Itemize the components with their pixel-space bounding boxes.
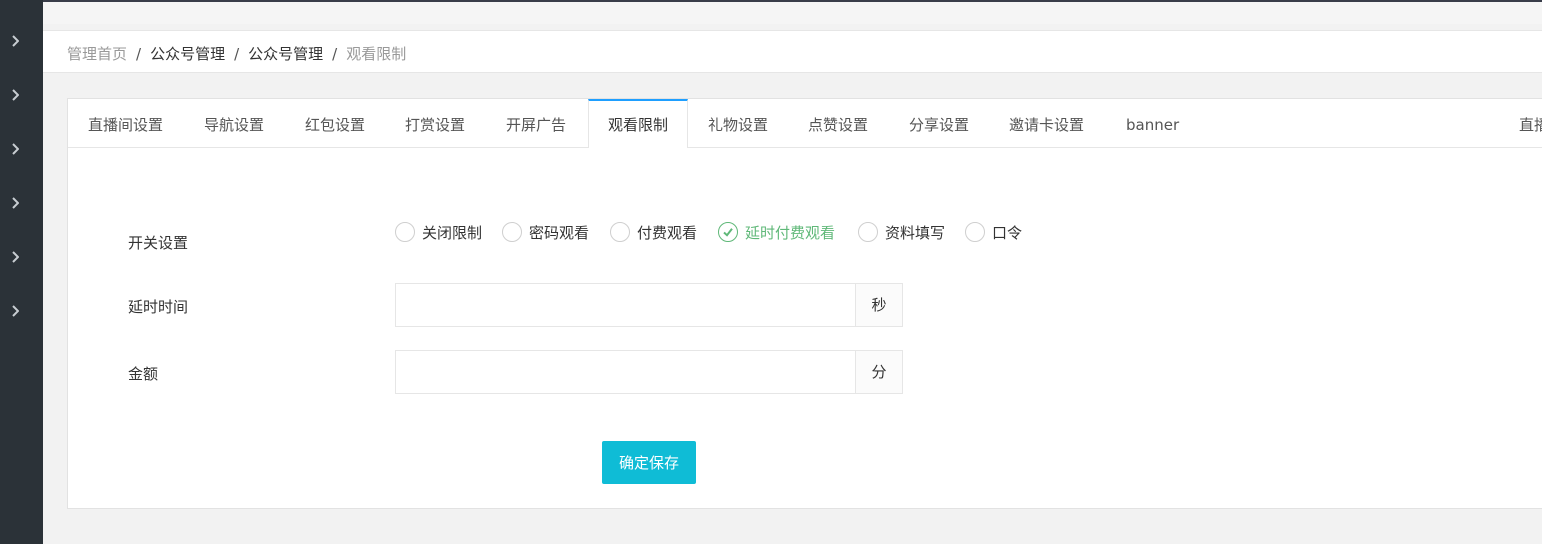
tab-invite-card[interactable]: 邀请卡设置 <box>1009 99 1084 147</box>
radio-circle-icon <box>610 222 630 242</box>
amount-input-group: 分 <box>395 350 903 394</box>
breadcrumb-current: 观看限制 <box>346 45 407 63</box>
breadcrumb-item-account[interactable]: 公众号管理 <box>150 45 225 63</box>
delay-input[interactable] <box>396 284 856 326</box>
sidebar-expand-1[interactable] <box>0 31 30 51</box>
chevron-right-icon <box>12 35 19 47</box>
chevron-right-icon <box>12 251 19 263</box>
radio-checked-icon <box>718 222 738 242</box>
radio-password-view[interactable]: 密码观看 <box>502 219 589 245</box>
switch-label: 开关设置 <box>128 234 189 252</box>
sidebar-expand-2[interactable] <box>0 85 30 105</box>
tab-live-room[interactable]: 直播间设置 <box>88 99 163 147</box>
sidebar <box>0 0 43 544</box>
delay-input-group: 秒 <box>395 283 903 327</box>
tab-share[interactable]: 分享设置 <box>909 99 969 147</box>
breadcrumb-home[interactable]: 管理首页 <box>67 45 127 63</box>
radio-label: 延时付费观看 <box>745 223 836 242</box>
sidebar-expand-4[interactable] <box>0 193 30 213</box>
delay-unit: 秒 <box>855 284 902 326</box>
radio-circle-icon <box>395 222 415 242</box>
sidebar-expand-5[interactable] <box>0 247 30 267</box>
breadcrumb-separator: / <box>234 45 240 63</box>
radio-delayed-paid-view[interactable]: 延时付费观看 <box>718 219 835 245</box>
radio-paid-view[interactable]: 付费观看 <box>610 219 697 245</box>
chevron-right-icon <box>12 89 19 101</box>
radio-label: 口令 <box>992 223 1023 242</box>
delay-label: 延时时间 <box>128 298 189 316</box>
tab-red-packet[interactable]: 红包设置 <box>305 99 365 147</box>
tab-reward[interactable]: 打赏设置 <box>405 99 465 147</box>
tab-view-restriction[interactable]: 观看限制 <box>588 99 688 148</box>
checkmark-icon <box>723 228 733 237</box>
save-button[interactable]: 确定保存 <box>602 441 696 484</box>
tab-live-more[interactable]: 直播 <box>1519 99 1542 147</box>
tab-like[interactable]: 点赞设置 <box>808 99 868 147</box>
breadcrumb-separator: / <box>332 45 338 63</box>
breadcrumb-item-account-sub[interactable]: 公众号管理 <box>248 45 323 63</box>
chevron-right-icon <box>12 305 19 317</box>
radio-info-fill[interactable]: 资料填写 <box>858 219 945 245</box>
breadcrumb-separator: / <box>136 45 142 63</box>
amount-input[interactable] <box>396 351 856 393</box>
breadcrumb: 管理首页 / 公众号管理 / 公众号管理 / 观看限制 <box>67 43 406 64</box>
tab-gift[interactable]: 礼物设置 <box>708 99 768 147</box>
tab-bar: 直播间设置 导航设置 红包设置 打赏设置 开屏广告 观看限制 礼物设置 点赞设置… <box>68 99 1542 148</box>
settings-card: 直播间设置 导航设置 红包设置 打赏设置 开屏广告 观看限制 礼物设置 点赞设置… <box>67 98 1542 509</box>
radio-circle-icon <box>965 222 985 242</box>
radio-label: 密码观看 <box>529 223 590 242</box>
chevron-right-icon <box>12 197 19 209</box>
tab-splash-ad[interactable]: 开屏广告 <box>506 99 566 147</box>
tab-navigation[interactable]: 导航设置 <box>204 99 264 147</box>
amount-unit: 分 <box>855 351 902 393</box>
chevron-right-icon <box>12 143 19 155</box>
radio-label: 付费观看 <box>637 223 698 242</box>
breadcrumb-bar: 管理首页 / 公众号管理 / 公众号管理 / 观看限制 <box>43 30 1542 73</box>
sidebar-expand-6[interactable] <box>0 301 30 321</box>
radio-circle-icon <box>502 222 522 242</box>
radio-label: 资料填写 <box>885 223 946 242</box>
sidebar-expand-3[interactable] <box>0 139 30 159</box>
top-bar <box>43 2 1542 24</box>
radio-passphrase[interactable]: 口令 <box>965 219 1022 245</box>
radio-label: 关闭限制 <box>422 223 483 242</box>
radio-close-restriction[interactable]: 关闭限制 <box>395 219 482 245</box>
radio-circle-icon <box>858 222 878 242</box>
tab-banner[interactable]: banner <box>1126 99 1179 147</box>
amount-label: 金额 <box>128 365 159 383</box>
